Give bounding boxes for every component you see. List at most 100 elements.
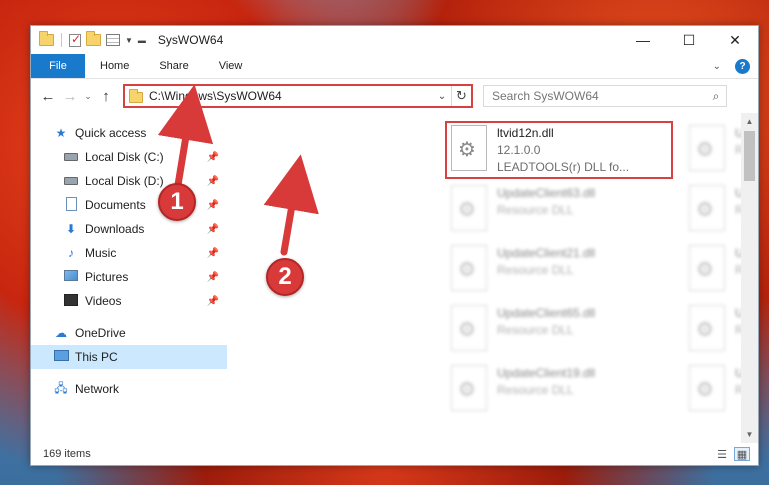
file-description: Resource DLL [497,263,574,277]
divider [61,33,62,47]
pictures-icon [63,270,79,284]
maximize-button[interactable]: ☐ [666,26,712,54]
sidebar-item-local-disk-d[interactable]: Local Disk (D:) 📌 [31,169,227,193]
back-arrow-icon[interactable]: ← [37,88,59,105]
address-row: ← → ⌄ ↑ C:\Windows\SysWOW64 ⌄ ↻ ⌕ [31,79,758,113]
hard-drive-icon [63,174,79,188]
up-arrow-icon[interactable]: ↑ [95,88,117,105]
sidebar-item-label: Network [75,382,120,396]
file-item-ltvid12n[interactable]: ltvid12n.dll 12.1.0.0 LEADTOOLS(r) DLL f… [451,125,671,179]
sidebar-item-label: Quick access [75,126,147,140]
file-item[interactable]: UpdateClient63.dll Resource DLL [451,185,671,239]
file-name: ltvid12n.dll [497,126,554,140]
scroll-up-arrow-icon[interactable]: ▲ [741,113,758,130]
pin-icon[interactable]: 📌 [207,296,219,307]
callout-1: 1 [158,183,196,221]
search-icon[interactable]: ⌕ [706,89,726,104]
search-input[interactable] [492,89,706,103]
sidebar-item-videos[interactable]: Videos 📌 [31,289,227,313]
sidebar-item-downloads[interactable]: ⬇ Downloads 📌 [31,217,227,241]
pin-icon[interactable]: 📌 [207,200,219,211]
scroll-thumb[interactable] [744,131,755,181]
new-folder-icon[interactable] [86,31,101,46]
vertical-scrollbar[interactable]: ▲ ▼ [741,113,758,443]
file-description: Resource DLL [497,383,574,397]
folder-icon [129,89,143,103]
dll-file-icon [451,185,487,231]
folder-icon[interactable] [39,31,54,46]
view-toggle: ☰ ▦ [714,447,758,461]
pin-icon[interactable]: 📌 [207,152,219,163]
tab-home[interactable]: Home [85,54,144,78]
close-button[interactable]: ✕ [712,26,758,54]
sidebar-item-network[interactable]: 🖧 Network [31,377,227,401]
music-icon: ♪ [68,246,74,260]
file-item[interactable]: UpdateClient65.dll Resource DLL [451,305,671,359]
hard-drive-icon [63,150,79,164]
sidebar-item-label: Videos [85,294,122,308]
sidebar-item-documents[interactable]: Documents 📌 [31,193,227,217]
dll-file-icon [689,125,725,171]
refresh-icon[interactable]: ↻ [451,86,471,106]
file-name: UpdateClient63.dll [497,186,596,200]
tiles-view-icon[interactable]: ▦ [734,447,750,461]
dll-file-icon [451,125,487,171]
window-controls: — ☐ ✕ [620,26,758,54]
sidebar-item-label: Local Disk (C:) [85,150,164,164]
file-description: LEADTOOLS(r) DLL fo... [497,160,630,174]
window-title: SysWOW64 [157,33,224,47]
tab-share[interactable]: Share [144,54,203,78]
sidebar-item-label: Local Disk (D:) [85,174,164,188]
recent-locations-chevron-icon[interactable]: ⌄ [81,91,95,102]
computer-icon [53,350,69,364]
address-path[interactable]: C:\Windows\SysWOW64 [149,89,433,103]
quick-access-toolbar: ▼ ▬ [39,31,146,47]
details-view-icon[interactable]: ☰ [714,447,730,461]
pin-icon[interactable]: 📌 [207,272,219,283]
sidebar-item-label: Documents [85,198,146,212]
pin-icon[interactable]: 📌 [207,248,219,259]
file-name: UpdateClient19.dll [497,366,596,380]
properties-check-icon[interactable] [69,32,81,47]
forward-arrow-icon[interactable]: → [59,88,81,105]
address-bar[interactable]: C:\Windows\SysWOW64 ⌄ ↻ [123,84,473,108]
status-bar: 169 items ☰ ▦ [31,443,758,465]
chevron-down-icon[interactable]: ▼ [125,36,133,45]
cloud-icon: ☁ [55,326,67,340]
item-count: 169 items [43,448,91,460]
sidebar-item-label: OneDrive [75,326,126,340]
expand-ribbon-chevron-icon[interactable]: ⌄ [713,61,721,72]
ribbon-right: ⌄ ? [713,54,758,78]
search-box[interactable]: ⌕ [483,85,727,107]
content-area: ★ Quick access Local Disk (C:) 📌 Local D… [31,113,758,443]
sidebar-item-this-pc[interactable]: This PC [31,345,227,369]
scroll-down-arrow-icon[interactable]: ▼ [741,426,758,443]
dll-file-icon [451,305,487,351]
videos-icon [63,293,79,309]
minimize-button[interactable]: — [620,26,666,54]
sidebar-item-quick-access[interactable]: ★ Quick access [31,121,227,145]
dll-file-icon [689,305,725,351]
file-item[interactable]: UpdateClient19.dll Resource DLL [451,365,671,419]
file-description: Resource DLL [497,203,574,217]
navigation-pane: ★ Quick access Local Disk (C:) 📌 Local D… [31,113,227,443]
pin-icon[interactable]: 📌 [207,176,219,187]
help-icon[interactable]: ? [735,58,750,74]
file-explorer-window: ▼ ▬ SysWOW64 — ☐ ✕ File Home Share View … [30,25,759,466]
file-description: Resource DLL [497,323,574,337]
tab-file[interactable]: File [31,54,85,78]
sidebar-item-music[interactable]: ♪ Music 📌 [31,241,227,265]
tab-view[interactable]: View [204,54,258,78]
sidebar-item-local-disk-c[interactable]: Local Disk (C:) 📌 [31,145,227,169]
file-item[interactable]: UpdateClient21.dll Resource DLL [451,245,671,299]
title-bar: ▼ ▬ SysWOW64 — ☐ ✕ [31,26,758,54]
star-icon: ★ [55,126,67,140]
documents-icon [63,196,79,214]
toolbar-menu-icon[interactable]: ▬ [138,36,146,45]
address-dropdown-chevron-icon[interactable]: ⌄ [433,91,451,102]
dll-file-icon [689,365,725,411]
sidebar-item-pictures[interactable]: Pictures 📌 [31,265,227,289]
customize-toolbar-icon[interactable] [106,34,120,46]
pin-icon[interactable]: 📌 [207,224,219,235]
sidebar-item-onedrive[interactable]: ☁ OneDrive [31,321,227,345]
